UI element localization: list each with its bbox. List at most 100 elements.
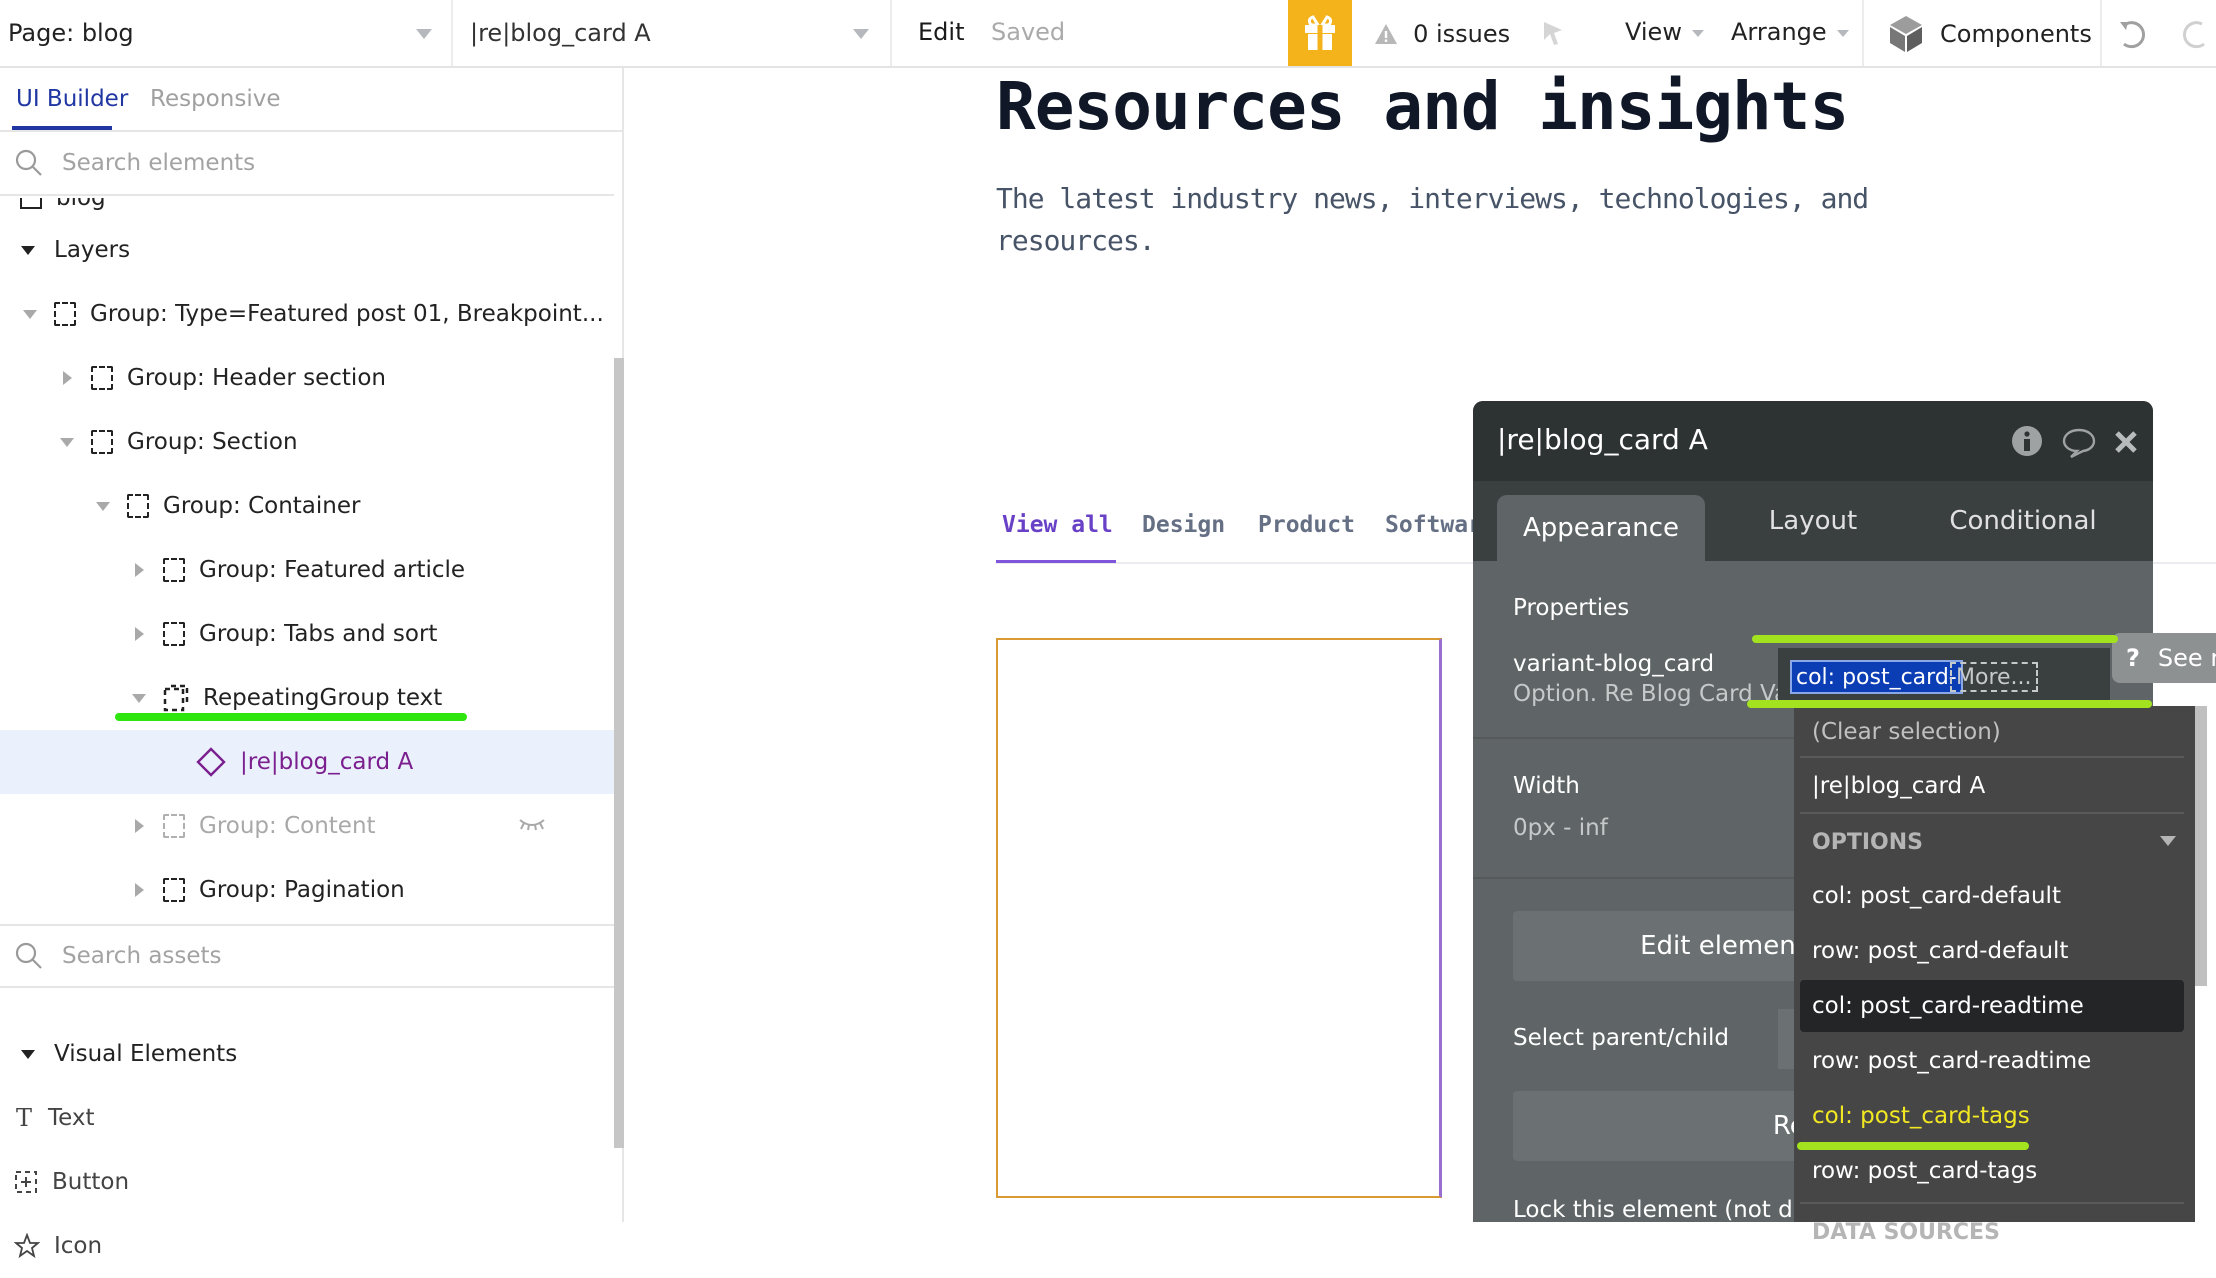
page-selector[interactable]: Page: blog: [8, 0, 444, 66]
close-icon[interactable]: [2113, 429, 2139, 455]
tree-item-label: Group: Tabs and sort: [199, 621, 438, 647]
option-item-hovered[interactable]: col: post_card-readtime: [1800, 980, 2184, 1032]
tree-item-label: blog: [56, 198, 106, 211]
clear-selection-option[interactable]: (Clear selection): [1800, 706, 2184, 758]
tab-appearance[interactable]: Appearance: [1497, 495, 1705, 561]
search-assets-placeholder: Search assets: [62, 943, 222, 969]
expand-triangle-icon[interactable]: [96, 501, 110, 511]
expand-triangle-icon[interactable]: [134, 819, 144, 833]
issues-button[interactable]: 0 issues: [1374, 20, 1510, 48]
see-reference-button[interactable]: ? See r: [2112, 633, 2216, 683]
hidden-eye-icon[interactable]: [518, 816, 546, 832]
category-tab-product[interactable]: Product: [1258, 512, 1355, 538]
tree-item[interactable]: Group: Container: [0, 474, 614, 538]
tab-conditional[interactable]: Conditional: [1913, 481, 2133, 561]
property-editor-title: |re|blog_card A: [1497, 423, 1708, 456]
layers-section-header[interactable]: Layers: [0, 218, 614, 282]
redo-icon[interactable]: [2180, 18, 2212, 50]
layers-scrollbar[interactable]: [614, 358, 624, 1018]
tree-item-selected[interactable]: |re|blog_card A: [0, 730, 614, 794]
star-icon: [14, 1233, 40, 1259]
expand-triangle-icon[interactable]: [134, 627, 144, 641]
option-item-highlighted[interactable]: col: post_card-tags: [1800, 1090, 2184, 1142]
gift-button[interactable]: [1288, 0, 1352, 66]
search-elements-field[interactable]: Search elements: [0, 132, 614, 196]
current-element-option[interactable]: |re|blog_card A: [1800, 760, 2184, 812]
category-tab-view-all[interactable]: View all: [1002, 512, 1113, 538]
warning-icon: [1375, 24, 1397, 44]
assets-scrollbar[interactable]: [614, 924, 624, 1148]
view-chevron-icon: [1691, 29, 1704, 37]
tree-item[interactable]: Group: Header section: [0, 346, 614, 410]
expand-triangle-icon[interactable]: [132, 693, 146, 703]
group-icon: [163, 878, 185, 902]
group-icon: [91, 430, 113, 454]
comment-icon[interactable]: [2061, 427, 2097, 459]
more-button[interactable]: More...: [1950, 662, 2038, 692]
search-icon: [15, 149, 42, 176]
tree-item-label: RepeatingGroup text: [203, 685, 443, 711]
page-subheading[interactable]: The latest industry news, interviews, te…: [996, 178, 1956, 262]
category-tab-software[interactable]: Softwar: [1385, 512, 1482, 538]
page-selector-label: Page: blog: [8, 19, 134, 47]
group-icon: [127, 494, 149, 518]
view-menu[interactable]: View: [1625, 18, 1704, 46]
expand-triangle-icon[interactable]: [134, 563, 144, 577]
option-item[interactable]: row: post_card-readtime: [1800, 1035, 2184, 1087]
expand-triangle-icon[interactable]: [134, 883, 144, 897]
undo-icon[interactable]: [2116, 18, 2148, 50]
page-heading[interactable]: Resources and insights: [996, 68, 1849, 145]
data-sources-section-header[interactable]: DATA SOURCES: [1800, 1206, 2184, 1258]
gift-icon: [1305, 15, 1335, 50]
arrange-menu-label: Arrange: [1731, 18, 1827, 46]
asset-label: Icon: [54, 1233, 103, 1259]
property-editor-header[interactable]: |re|blog_card A: [1473, 401, 2153, 481]
element-selector-label: |re|blog_card A: [470, 19, 651, 47]
dropdown-scrollbar[interactable]: [2195, 706, 2207, 986]
tree-item-label: Group: Header section: [127, 365, 386, 391]
asset-button[interactable]: Button: [0, 1150, 614, 1214]
layers-tree: blog Layers Group: Type=Featured post 01…: [0, 198, 614, 922]
blog-card-element[interactable]: [996, 638, 1442, 1198]
option-item[interactable]: row: post_card-tags: [1800, 1145, 2184, 1197]
lock-element-label: Lock this element (not dr: [1513, 1197, 1803, 1222]
expand-triangle-icon[interactable]: [60, 437, 74, 447]
expand-triangle-icon[interactable]: [62, 371, 72, 385]
edit-mode-label[interactable]: Edit: [918, 18, 964, 46]
tree-item[interactable]: Group: Section: [0, 410, 614, 474]
tree-item-label: Group: Section: [127, 429, 298, 455]
element-selector[interactable]: |re|blog_card A: [470, 0, 880, 66]
tab-ui-builder[interactable]: UI Builder: [16, 86, 128, 112]
selected-value-chip[interactable]: col: post_card-: [1790, 660, 1963, 694]
group-icon: [54, 302, 76, 326]
help-icon: ?: [2126, 644, 2140, 672]
tree-item-hidden[interactable]: Group: Content: [0, 794, 614, 858]
annotation-underline: [1752, 635, 2118, 643]
page-icon: [20, 198, 42, 209]
option-item[interactable]: row: post_card-default: [1800, 925, 2184, 977]
expand-triangle-icon[interactable]: [23, 309, 37, 319]
components-button[interactable]: Components: [1888, 14, 2092, 54]
tab-responsive[interactable]: Responsive: [150, 86, 280, 112]
page-selector-chevron-icon[interactable]: [416, 29, 432, 39]
category-tab-design[interactable]: Design: [1142, 512, 1225, 538]
see-reference-label: See r: [2157, 644, 2216, 672]
inspect-cursor-icon[interactable]: [1542, 20, 1566, 48]
option-item[interactable]: col: post_card-default: [1800, 870, 2184, 922]
arrange-menu[interactable]: Arrange: [1731, 18, 1849, 46]
divider: [1800, 756, 2184, 758]
tab-layout[interactable]: Layout: [1723, 481, 1903, 561]
tree-item[interactable]: Group: Tabs and sort: [0, 602, 614, 666]
tree-item[interactable]: Group: Type=Featured post 01, Breakpoint…: [0, 282, 614, 346]
info-icon[interactable]: [2011, 425, 2043, 457]
options-section-header[interactable]: OPTIONS: [1800, 816, 2184, 868]
button-icon: [15, 1171, 37, 1193]
tree-item[interactable]: Group: Featured article: [0, 538, 614, 602]
asset-icon[interactable]: Icon: [0, 1214, 614, 1278]
tree-item[interactable]: Group: Pagination: [0, 858, 614, 922]
asset-text[interactable]: T Text: [0, 1086, 614, 1150]
element-selector-chevron-icon[interactable]: [853, 29, 869, 39]
variant-dropdown-input[interactable]: col: post_card- More...: [1778, 648, 2110, 706]
visual-elements-header[interactable]: Visual Elements: [0, 1022, 614, 1086]
search-assets-field[interactable]: Search assets: [0, 924, 614, 988]
